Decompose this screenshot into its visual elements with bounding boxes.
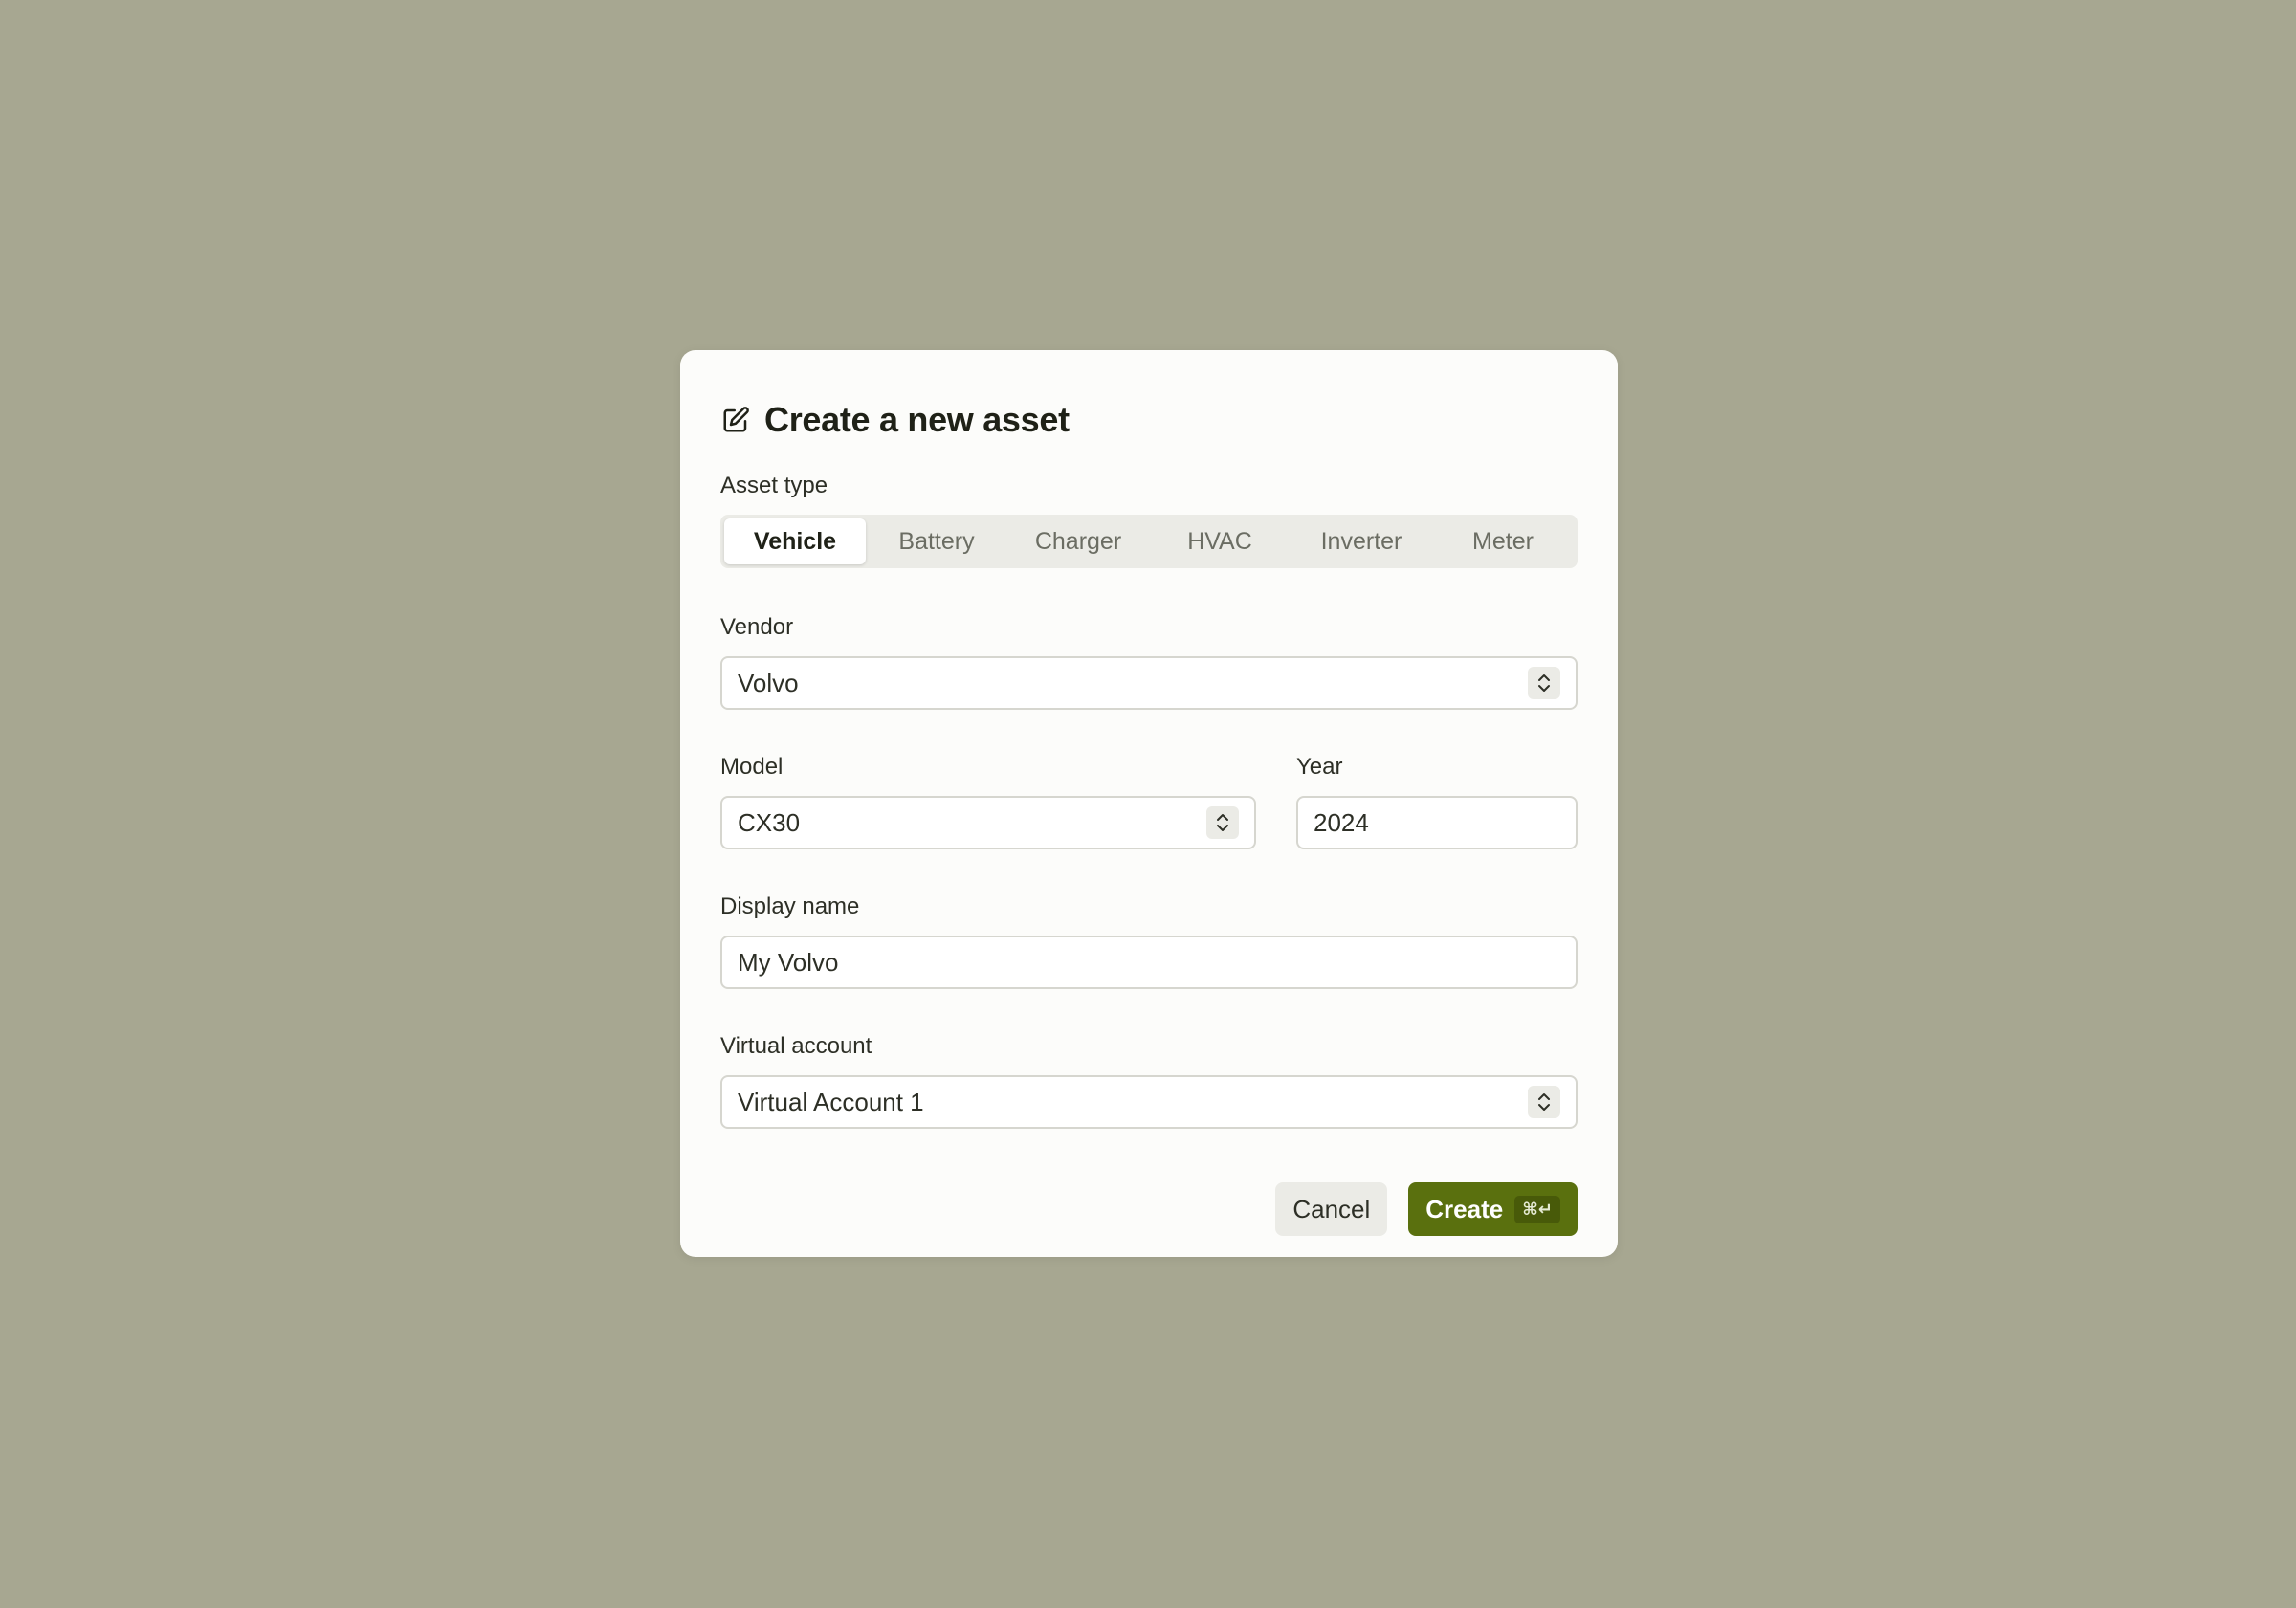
asset-type-field: Asset type Vehicle Battery Charger HVAC … (720, 471, 1578, 568)
virtual-account-value: Virtual Account 1 (738, 1087, 924, 1116)
dialog-actions: Cancel Create ⌘↵ (720, 1182, 1578, 1236)
segment-inverter[interactable]: Inverter (1291, 518, 1432, 564)
segment-battery[interactable]: Battery (866, 518, 1007, 564)
segment-hvac[interactable]: HVAC (1149, 518, 1291, 564)
chevron-up-down-icon (1528, 1086, 1560, 1118)
virtual-account-label: Virtual account (720, 1033, 872, 1059)
dialog-title: Create a new asset (764, 400, 1070, 439)
vendor-value: Volvo (738, 668, 799, 697)
chevron-up-down-icon (1528, 667, 1560, 699)
asset-type-segmented-control: Vehicle Battery Charger HVAC Inverter Me… (720, 515, 1578, 568)
year-label: Year (1296, 754, 1343, 780)
keyboard-shortcut-badge: ⌘↵ (1514, 1195, 1560, 1223)
segment-charger[interactable]: Charger (1007, 518, 1149, 564)
asset-type-label: Asset type (720, 473, 828, 498)
dialog-header: Create a new asset (720, 386, 1578, 453)
create-button[interactable]: Create ⌘↵ (1408, 1182, 1578, 1236)
model-year-row: Model CX30 Year 2024 (720, 752, 1578, 849)
model-label: Model (720, 754, 784, 780)
edit-icon (720, 405, 751, 435)
display-name-input[interactable]: My Volvo (720, 936, 1578, 989)
display-name-label: Display name (720, 893, 860, 919)
vendor-field: Vendor Volvo (720, 612, 1578, 710)
display-name-value: My Volvo (738, 947, 839, 977)
vendor-label: Vendor (720, 614, 794, 640)
year-field: Year 2024 (1296, 752, 1578, 849)
chevron-up-down-icon (1206, 806, 1239, 839)
vendor-select[interactable]: Volvo (720, 656, 1578, 710)
virtual-account-select[interactable]: Virtual Account 1 (720, 1075, 1578, 1129)
model-select[interactable]: CX30 (720, 796, 1256, 849)
model-field: Model CX30 (720, 752, 1256, 849)
cancel-button[interactable]: Cancel (1275, 1182, 1388, 1236)
virtual-account-field: Virtual account Virtual Account 1 (720, 1031, 1578, 1129)
year-input[interactable]: 2024 (1296, 796, 1578, 849)
model-value: CX30 (738, 807, 801, 837)
display-name-field: Display name My Volvo (720, 892, 1578, 989)
create-asset-dialog: Create a new asset Asset type Vehicle Ba… (680, 350, 1618, 1257)
create-button-label: Create (1425, 1194, 1504, 1223)
segment-meter[interactable]: Meter (1432, 518, 1574, 564)
segment-vehicle[interactable]: Vehicle (724, 518, 866, 564)
year-value: 2024 (1314, 807, 1369, 837)
cancel-button-label: Cancel (1292, 1194, 1371, 1223)
